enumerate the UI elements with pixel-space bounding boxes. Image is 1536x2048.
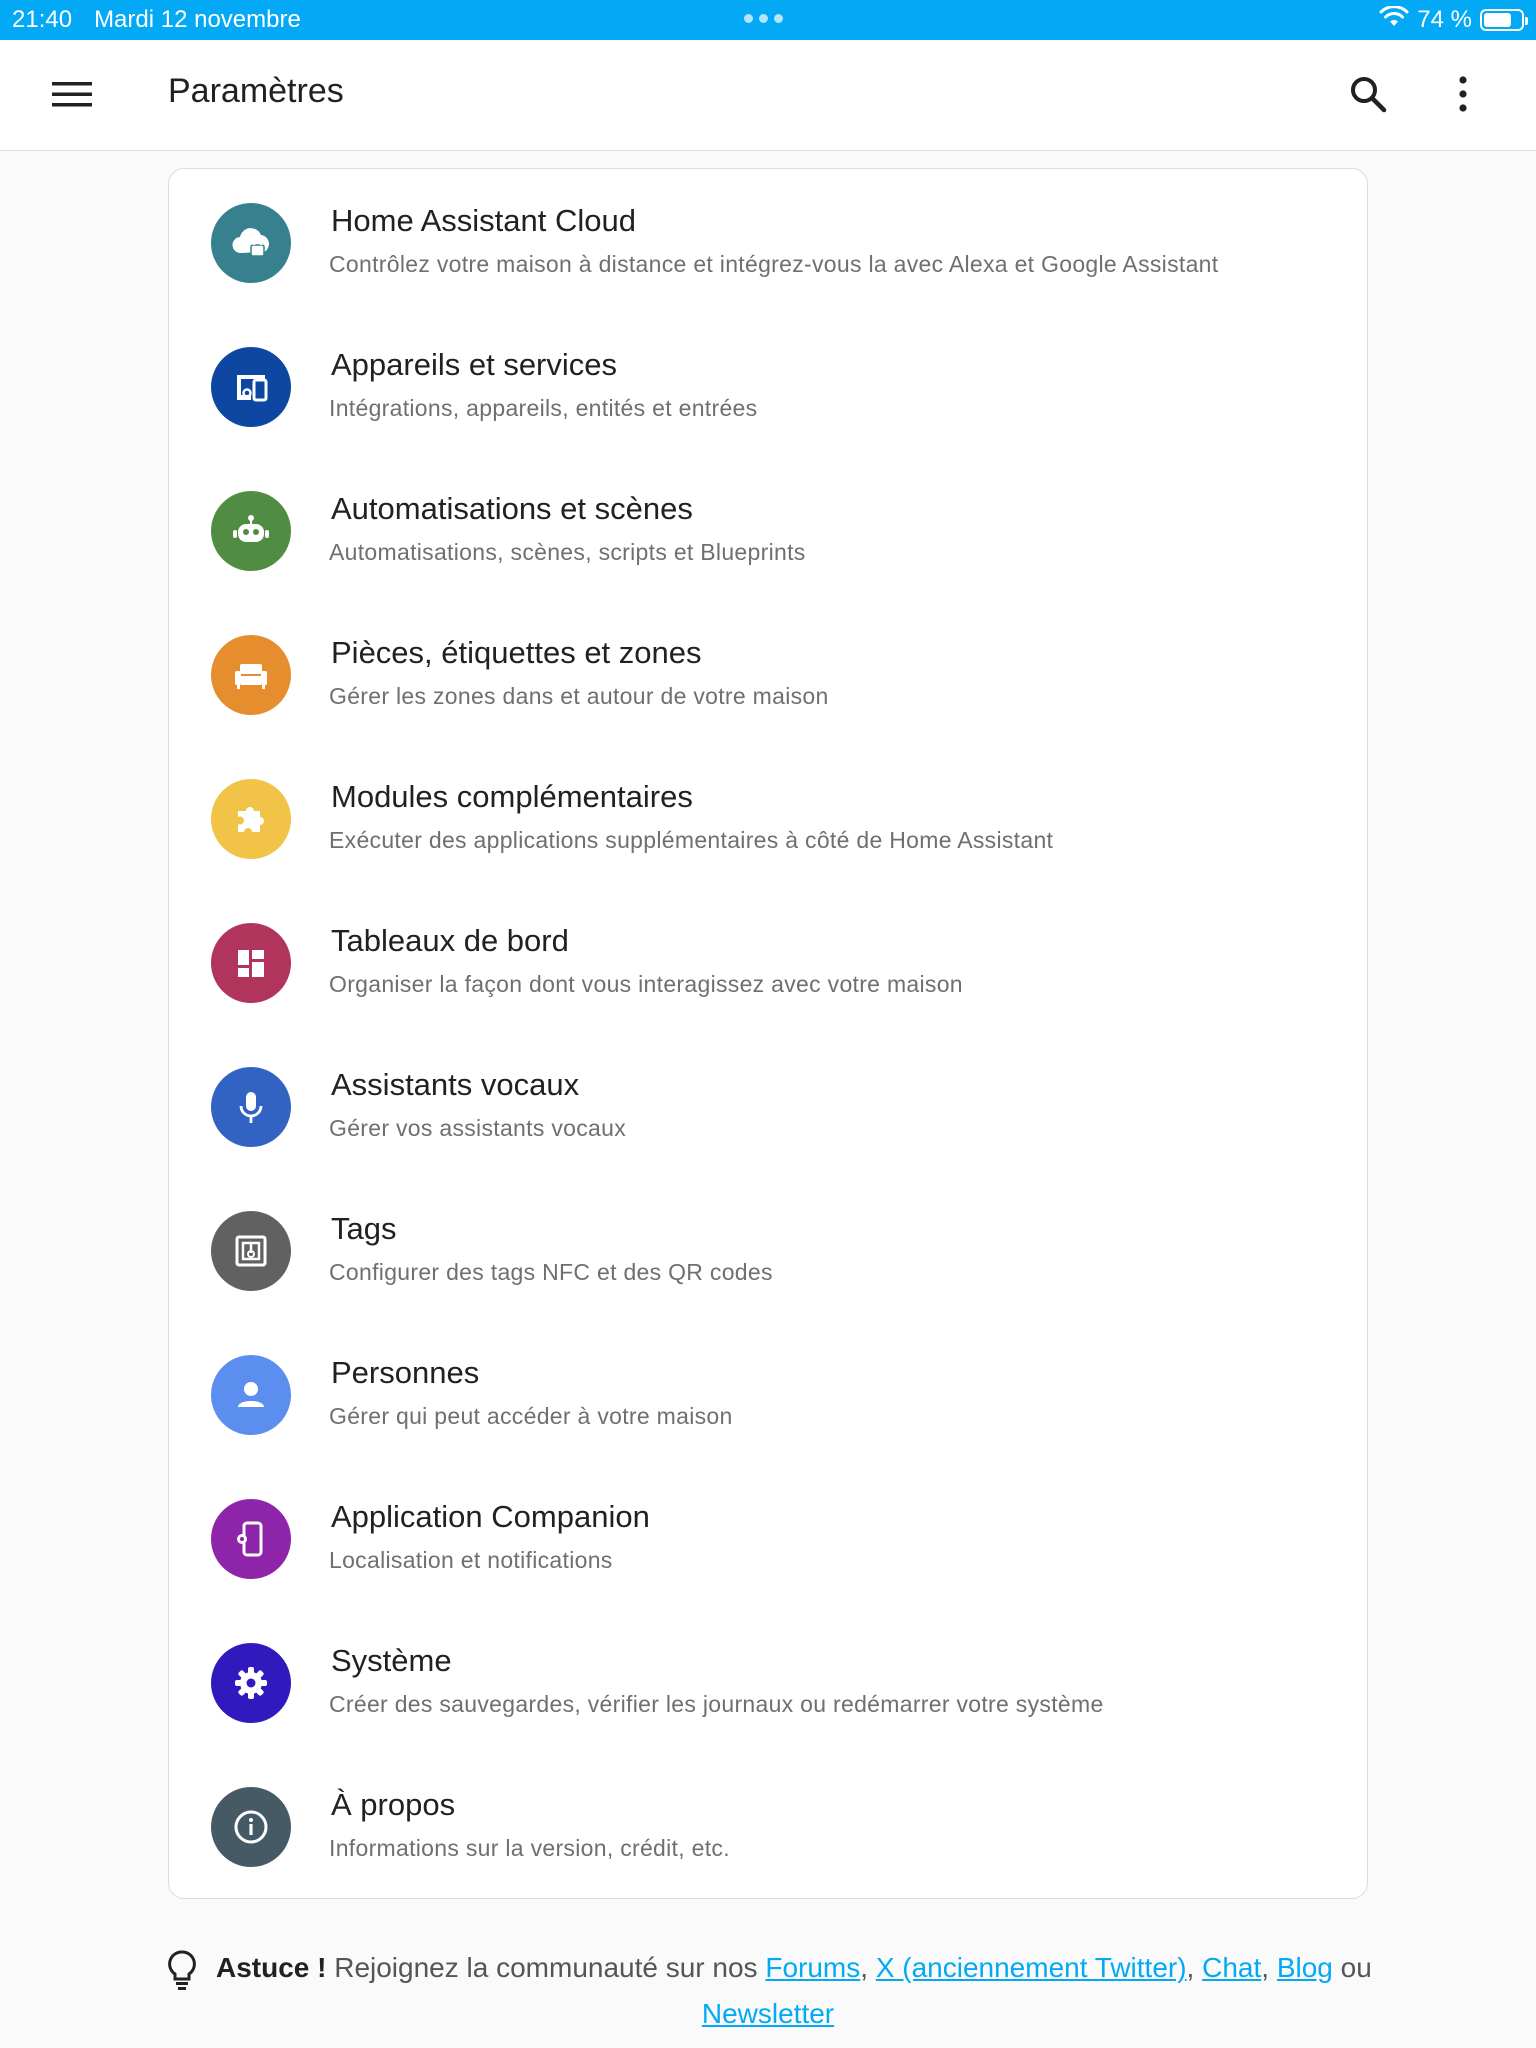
app-bar: Paramètres bbox=[0, 40, 1536, 151]
item-label: Appareils et services bbox=[331, 347, 618, 382]
item-label: Home Assistant Cloud bbox=[331, 203, 636, 238]
item-label: Automatisations et scènes bbox=[331, 491, 693, 526]
item-description: Localisation et notifications bbox=[329, 1547, 613, 1573]
settings-item-automations[interactable]: Automatisations et scènes Automatisation… bbox=[169, 457, 1367, 601]
settings-item-voice-assistants[interactable]: Assistants vocaux Gérer vos assistants v… bbox=[169, 1033, 1367, 1177]
status-time: 21:40 bbox=[12, 6, 73, 33]
forums-link[interactable]: Forums bbox=[765, 1952, 860, 1983]
sofa-icon bbox=[211, 635, 291, 715]
settings-item-about[interactable]: À propos Informations sur la version, cr… bbox=[169, 1753, 1367, 1897]
microphone-icon bbox=[211, 1067, 291, 1147]
blog-link[interactable]: Blog bbox=[1277, 1952, 1333, 1983]
item-label: À propos bbox=[331, 1787, 456, 1822]
robot-icon bbox=[211, 491, 291, 571]
multitasking-dots-icon[interactable] bbox=[744, 14, 783, 23]
wifi-icon bbox=[1379, 4, 1409, 35]
cog-icon bbox=[211, 1643, 291, 1723]
item-description: Créer des sauvegardes, vérifier les jour… bbox=[329, 1691, 1104, 1717]
person-icon bbox=[211, 1355, 291, 1435]
settings-item-companion-app[interactable]: Application Companion Localisation et no… bbox=[169, 1465, 1367, 1609]
tip-text: Rejoignez la communauté sur nos bbox=[334, 1952, 758, 1983]
menu-button[interactable] bbox=[48, 72, 96, 120]
item-label: Pièces, étiquettes et zones bbox=[331, 635, 702, 670]
more-options-button[interactable] bbox=[1440, 70, 1486, 122]
settings-item-persons[interactable]: Personnes Gérer qui peut accéder à votre… bbox=[169, 1321, 1367, 1465]
item-label: Tableaux de bord bbox=[331, 923, 569, 958]
devices-icon bbox=[211, 347, 291, 427]
item-description: Organiser la façon dont vous interagisse… bbox=[329, 971, 963, 997]
item-description: Informations sur la version, crédit, etc… bbox=[329, 1835, 730, 1861]
settings-item-tags[interactable]: Tags Configurer des tags NFC et des QR c… bbox=[169, 1177, 1367, 1321]
lightbulb-icon bbox=[164, 1948, 200, 1992]
tip-title: Astuce ! bbox=[215, 1952, 327, 1983]
chat-link[interactable]: Chat bbox=[1202, 1952, 1261, 1983]
tip-footer: Astuce ! Rejoignez la communauté sur nos… bbox=[0, 1946, 1536, 2036]
dots-vertical-icon bbox=[1458, 75, 1468, 117]
cloud-lock-icon bbox=[211, 203, 291, 283]
item-description: Exécuter des applications supplémentaire… bbox=[329, 827, 1054, 853]
puzzle-icon bbox=[211, 779, 291, 859]
item-label: Modules complémentaires bbox=[331, 779, 693, 814]
settings-item-dashboards[interactable]: Tableaux de bord Organiser la façon dont… bbox=[169, 889, 1367, 1033]
settings-item-system[interactable]: Système Créer des sauvegardes, vérifier … bbox=[169, 1609, 1367, 1753]
cellphone-cog-icon bbox=[211, 1499, 291, 1579]
item-description: Gérer les zones dans et autour de votre … bbox=[329, 683, 829, 709]
settings-item-cloud[interactable]: Home Assistant Cloud Contrôlez votre mai… bbox=[169, 169, 1367, 313]
item-description: Intégrations, appareils, entités et entr… bbox=[329, 395, 758, 421]
newsletter-link[interactable]: Newsletter bbox=[702, 1998, 834, 2029]
status-date: Mardi 12 novembre bbox=[94, 6, 301, 33]
item-label: Personnes bbox=[331, 1355, 480, 1390]
search-icon bbox=[1349, 75, 1387, 118]
dashboard-icon bbox=[211, 923, 291, 1003]
item-description: Configurer des tags NFC et des QR codes bbox=[329, 1259, 773, 1285]
page-title: Paramètres bbox=[168, 72, 344, 110]
hamburger-menu-icon bbox=[52, 80, 92, 113]
status-bar: 21:40 Mardi 12 novembre 74 % bbox=[0, 0, 1536, 40]
item-description: Automatisations, scènes, scripts et Blue… bbox=[329, 539, 806, 565]
battery-percent: 74 % bbox=[1417, 6, 1472, 33]
settings-card: Home Assistant Cloud Contrôlez votre mai… bbox=[168, 168, 1368, 1899]
item-label: Tags bbox=[331, 1211, 397, 1246]
settings-item-areas[interactable]: Pièces, étiquettes et zones Gérer les zo… bbox=[169, 601, 1367, 745]
twitter-link[interactable]: X (anciennement Twitter) bbox=[876, 1952, 1187, 1983]
info-icon bbox=[211, 1787, 291, 1867]
item-label: Assistants vocaux bbox=[331, 1067, 580, 1102]
item-label: Application Companion bbox=[331, 1499, 650, 1534]
settings-item-addons[interactable]: Modules complémentaires Exécuter des app… bbox=[169, 745, 1367, 889]
item-label: Système bbox=[331, 1643, 452, 1678]
nfc-icon bbox=[211, 1211, 291, 1291]
item-description: Contrôlez votre maison à distance et int… bbox=[329, 251, 1219, 277]
tip-or: ou bbox=[1340, 1952, 1372, 1983]
item-description: Gérer qui peut accéder à votre maison bbox=[329, 1403, 733, 1429]
settings-item-devices[interactable]: Appareils et services Intégrations, appa… bbox=[169, 313, 1367, 457]
item-description: Gérer vos assistants vocaux bbox=[329, 1115, 626, 1141]
search-button[interactable] bbox=[1342, 70, 1394, 122]
battery-icon bbox=[1480, 9, 1528, 31]
